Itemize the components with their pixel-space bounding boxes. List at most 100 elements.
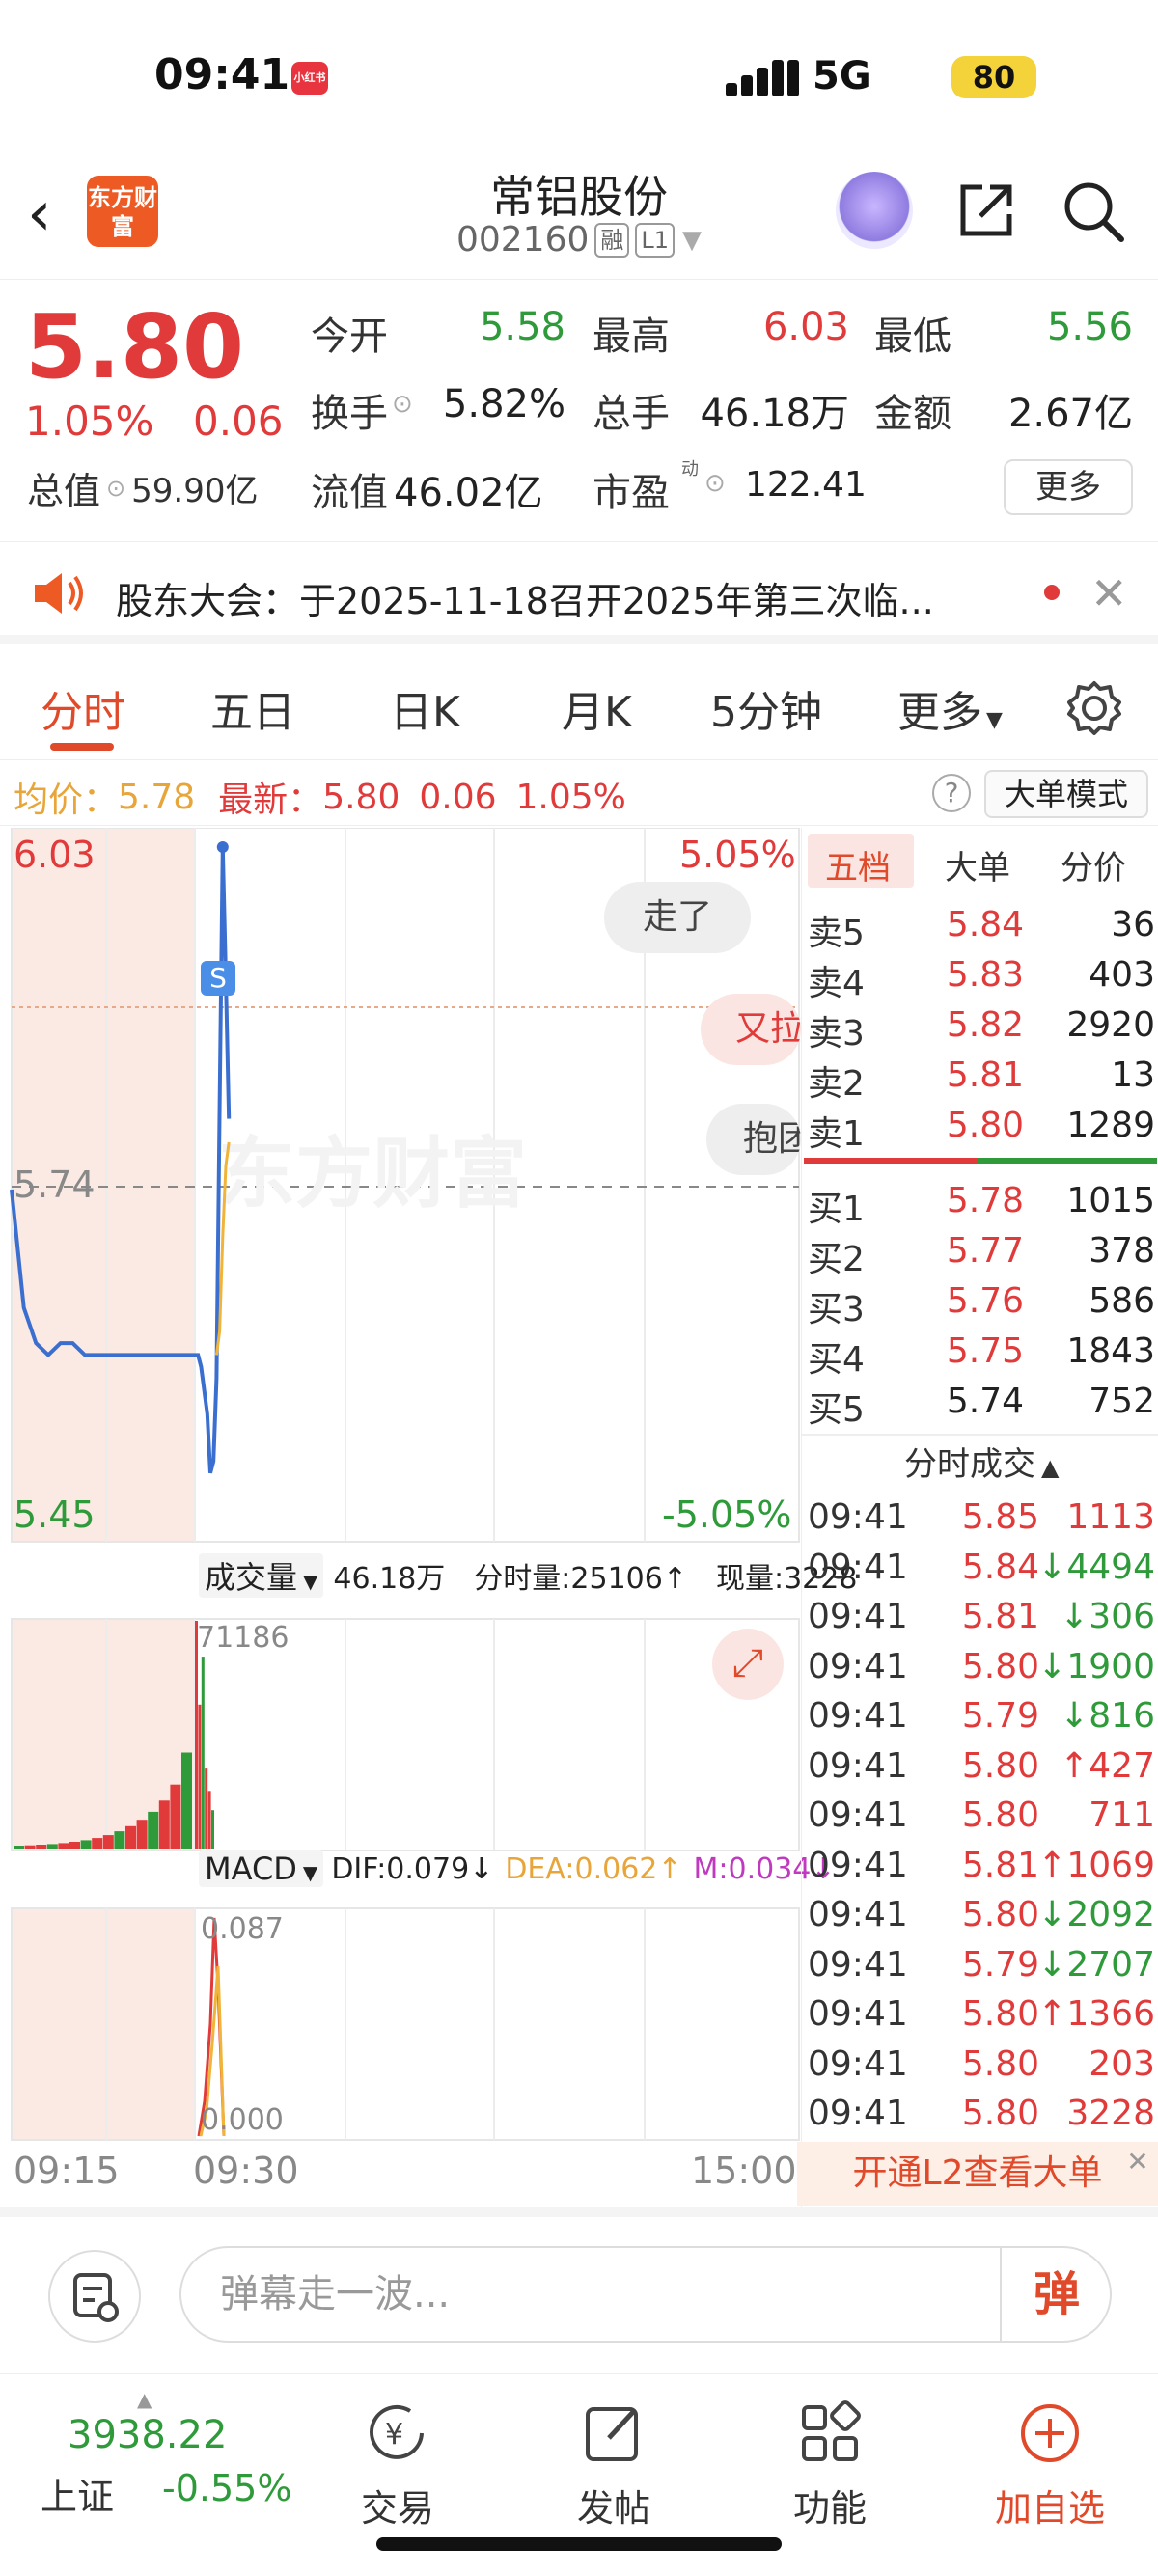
low-value: 5.56 — [1046, 305, 1133, 349]
info-icon[interactable]: ⊙ — [392, 390, 413, 419]
nav-trade[interactable]: ¥ 交易 — [330, 2399, 465, 2532]
float-label: 流值 — [311, 471, 388, 515]
help-icon[interactable]: ? — [932, 774, 971, 812]
macd-selector[interactable]: MACD ▼ — [199, 1850, 324, 1887]
info-icon[interactable]: ⊙ — [106, 475, 125, 502]
bid-label: 买4 — [808, 1340, 865, 1380]
ask-row[interactable]: 卖3 5.82 2920 — [802, 1001, 1158, 1054]
tab-five-minute[interactable]: 5分钟 — [710, 677, 822, 739]
index-name[interactable]: 上证 — [41, 2467, 114, 2520]
trade-volume: ↓2707 — [1037, 1945, 1155, 1985]
bid-row[interactable]: 买1 5.78 1015 — [802, 1177, 1158, 1229]
ask-row[interactable]: 卖1 5.80 1289 — [802, 1102, 1158, 1154]
volume-bar — [158, 1800, 170, 1849]
caret-up-icon: ▲ — [1041, 1454, 1060, 1481]
trade-price: 5.80 — [961, 1994, 1039, 2034]
macd-max-label: 0.087 — [201, 1912, 284, 1946]
tab-more[interactable]: 更多 ▼ — [897, 677, 1003, 739]
trade-direction: ↑ — [1037, 1845, 1067, 1885]
info-icon[interactable]: ⊙ — [704, 469, 726, 498]
tab-intraday[interactable]: 分时 — [41, 677, 125, 739]
change-amount: 0.06 — [193, 397, 284, 445]
ask-row[interactable]: 卖5 5.84 36 — [802, 901, 1158, 953]
bid-row[interactable]: 买3 5.76 586 — [802, 1277, 1158, 1329]
bid-price: 5.76 — [946, 1281, 1024, 1321]
bid-row[interactable]: 买2 5.77 378 — [802, 1227, 1158, 1279]
bid-strength-bar — [978, 1158, 1157, 1164]
app-logo[interactable]: 东方财富 — [87, 176, 158, 247]
expand-icon[interactable]: ⤢ — [712, 1629, 784, 1700]
app-badge-icon: 小红书 — [291, 62, 328, 95]
danmu-toggle-button[interactable]: 弹 — [1000, 2246, 1112, 2343]
bid-label: 买2 — [808, 1240, 865, 1279]
index-value[interactable]: 3938.22 — [68, 2413, 227, 2457]
volume-max-label: 71186 — [197, 1621, 290, 1655]
tab-monthly-k[interactable]: 月K — [562, 677, 632, 739]
danmu-bubble[interactable]: 抱团 — [706, 1104, 801, 1175]
big-order-mode-button[interactable]: 大单模式 — [984, 770, 1148, 818]
trade-row: 09:41 5.80 ↓2092 — [802, 1891, 1158, 1941]
current-price: 5.80 — [25, 295, 244, 398]
chevron-left-icon[interactable]: ‹ — [27, 183, 52, 245]
ask-row[interactable]: 卖2 5.81 13 — [802, 1052, 1158, 1104]
danmu-bubble[interactable]: 走了 — [604, 882, 752, 953]
comment-bar: 弹幕走一波... 弹 — [0, 2207, 1158, 2358]
latest-label: 最新： — [218, 781, 323, 820]
pct-axis-bottom: -5.05% — [662, 1494, 792, 1536]
l2-promo-banner[interactable]: 开通L2查看大单 — [797, 2142, 1158, 2206]
tab-five-day[interactable]: 五日 — [210, 677, 295, 739]
stock-code-row[interactable]: 002160 融 L1 ▼ — [386, 220, 772, 260]
nav-functions[interactable]: 功能 — [762, 2399, 897, 2532]
trade-price: 5.81 — [961, 1845, 1039, 1885]
volume-bar — [148, 1811, 159, 1849]
sell-marker[interactable]: S — [201, 961, 235, 996]
danmu-bubble[interactable]: 又拉 — [701, 994, 801, 1065]
trade-row: 09:41 5.81 ↑1069 — [802, 1842, 1158, 1892]
pe-superscript: 动 — [681, 459, 699, 480]
stock-code: 002160 — [455, 220, 590, 260]
tab-daily-k[interactable]: 日K — [390, 677, 460, 739]
bid-row[interactable]: 买5 5.74 752 — [802, 1378, 1158, 1430]
trade-direction: ↓ — [1037, 1547, 1067, 1587]
ask-price: 5.82 — [946, 1005, 1024, 1045]
danmu-settings-icon[interactable] — [48, 2250, 141, 2343]
market-cap-row: 总值 ⊙ 59.90亿 — [27, 461, 258, 514]
trades-title[interactable]: 分时成交 ▲ — [904, 1438, 1059, 1485]
nav-add-watchlist[interactable]: 加自选 — [982, 2399, 1117, 2532]
danmu-input[interactable]: 弹幕走一波... — [179, 2246, 1112, 2343]
volume-bar — [211, 1810, 214, 1849]
announcement-text[interactable]: 股东大会：于2025-11-18召开2025年第三次临... — [116, 571, 934, 624]
latest-price: 5.80 — [322, 777, 400, 817]
nav-post[interactable]: 发帖 — [546, 2399, 681, 2532]
trade-volume: ↓4494 — [1037, 1548, 1155, 1587]
volume-selector[interactable]: 成交量 ▼ — [199, 1553, 324, 1598]
tab-five-level[interactable]: 五档 — [825, 841, 891, 889]
price-axis-top: 6.03 — [14, 834, 96, 876]
search-icon[interactable] — [1062, 179, 1125, 243]
tab-price-dist[interactable]: 分价 — [1061, 841, 1126, 889]
trade-volume: ↓2092 — [1037, 1895, 1155, 1934]
trade-volume-value: 1366 — [1066, 1994, 1155, 2034]
trade-price: 5.80 — [961, 1646, 1039, 1686]
avg-value: 5.78 — [118, 777, 196, 817]
add-circle-icon — [1021, 2404, 1079, 2462]
announcement-bar[interactable]: 股东大会：于2025-11-18召开2025年第三次临... ✕ — [0, 544, 1158, 644]
volume-label: 总手 — [593, 392, 670, 436]
close-icon[interactable]: ✕ — [1119, 2144, 1156, 2180]
trade-price: 5.85 — [961, 1497, 1039, 1537]
gear-icon[interactable] — [1065, 679, 1123, 737]
share-icon[interactable] — [955, 179, 1017, 241]
volume-bar — [114, 1831, 125, 1849]
ask-row[interactable]: 卖4 5.83 403 — [802, 951, 1158, 1003]
close-icon[interactable]: ✕ — [1090, 567, 1128, 619]
bid-row[interactable]: 买4 5.75 1843 — [802, 1328, 1158, 1380]
ask-volume: 1289 — [1066, 1106, 1155, 1145]
intraday-chart[interactable]: 东方财富 6.03 5.74 5.45 5.05% -5.05% S 走了 又拉… — [0, 828, 857, 2207]
volume-bar — [201, 1657, 205, 1849]
more-button[interactable]: 更多 — [1004, 459, 1133, 515]
robot-assistant-icon[interactable] — [836, 172, 913, 249]
trade-price: 5.80 — [961, 2043, 1039, 2084]
index-change[interactable]: -0.55% — [162, 2467, 291, 2509]
tab-big-order[interactable]: 大单 — [945, 841, 1010, 889]
trade-price: 5.80 — [961, 1745, 1039, 1786]
